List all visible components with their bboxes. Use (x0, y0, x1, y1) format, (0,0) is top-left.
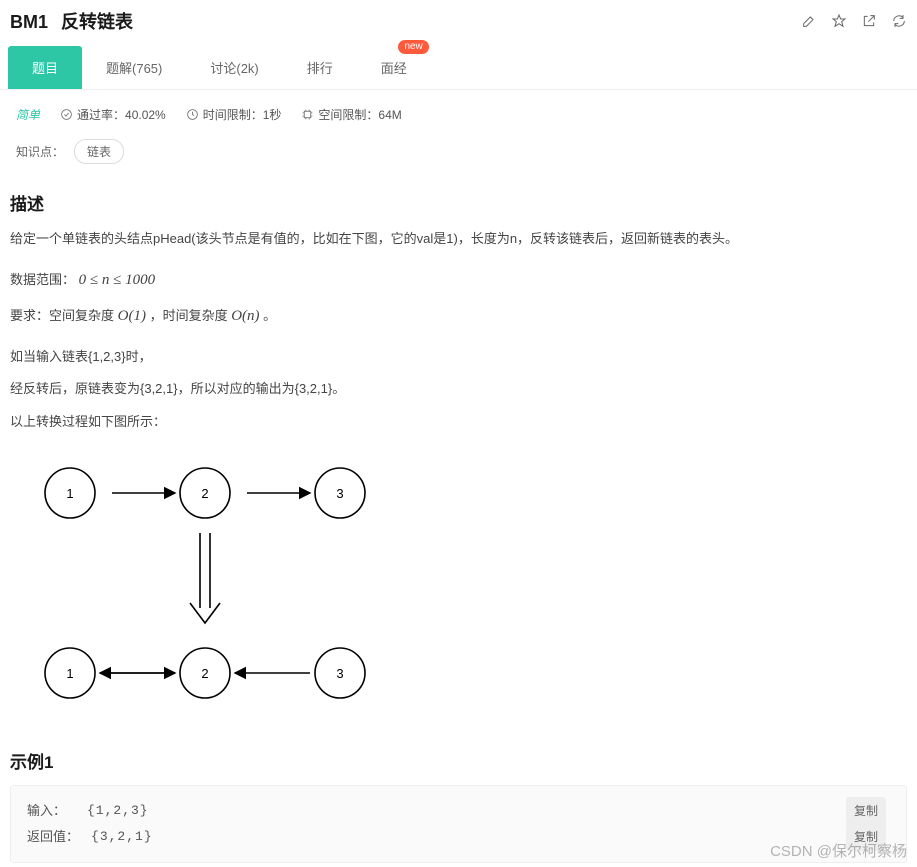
example-input-row: 输入： {1,2,3} 复制 (27, 798, 890, 824)
tab-bar: 题目 题解(765) 讨论(2k) 排行 面经 new (0, 46, 917, 90)
svg-text:1: 1 (66, 666, 73, 681)
example-box: 输入： {1,2,3} 复制 返回值： {3,2,1} 复制 (10, 785, 907, 863)
requirements: 要求：空间复杂度 O(1) ，时间复杂度 O(n) 。 (10, 302, 907, 331)
svg-text:2: 2 (201, 666, 208, 681)
pass-rate: 通过率：40.02% (60, 106, 166, 123)
tab-ranking[interactable]: 排行 (283, 46, 357, 89)
tags-row: 知识点： 链表 (0, 133, 917, 178)
description-heading: 描述 (10, 190, 907, 215)
tab-interview[interactable]: 面经 new (357, 46, 431, 89)
description-p1: 给定一个单链表的头结点pHead(该头节点是有值的，比如在下图，它的val是1)… (10, 227, 907, 252)
tab-solutions[interactable]: 题解(765) (82, 46, 186, 89)
copy-input-button[interactable]: 复制 (846, 797, 886, 825)
svg-text:1: 1 (66, 486, 73, 501)
external-icon[interactable] (861, 13, 877, 29)
input-value: {1,2,3} (87, 798, 149, 824)
chip-icon (301, 108, 314, 121)
linked-list-diagram: 1 2 3 1 2 3 (30, 453, 907, 718)
range-formula: 0 ≤ n ≤ 1000 (79, 272, 155, 288)
example-intro-b: 经反转后，原链表变为{3,2,1}，所以对应的输出为{3,2,1}。 (10, 377, 907, 402)
new-badge: new (398, 40, 428, 54)
star-icon[interactable] (831, 13, 847, 29)
input-label: 输入： (27, 798, 75, 824)
clock-icon (186, 108, 199, 121)
example-heading: 示例1 (10, 748, 907, 773)
tags-label: 知识点： (16, 143, 64, 160)
problem-title: BM1 反转链表 (10, 8, 133, 34)
svg-text:3: 3 (336, 486, 343, 501)
problem-id: BM1 (10, 12, 48, 32)
refresh-icon[interactable] (891, 13, 907, 29)
tab-problem[interactable]: 题目 (8, 46, 82, 89)
svg-text:3: 3 (336, 666, 343, 681)
copy-output-button[interactable]: 复制 (846, 823, 886, 851)
example-intro-c: 以上转换过程如下图所示： (10, 410, 907, 435)
output-value: {3,2,1} (91, 824, 153, 850)
difficulty-label: 简单 (16, 106, 40, 123)
edit-icon[interactable] (801, 13, 817, 29)
tab-discuss[interactable]: 讨论(2k) (186, 46, 282, 89)
svg-text:2: 2 (201, 486, 208, 501)
check-icon (60, 108, 73, 121)
problem-name: 反转链表 (61, 12, 133, 32)
example-intro-a: 如当输入链表{1,2,3}时， (10, 345, 907, 370)
data-range: 数据范围： 0 ≤ n ≤ 1000 (10, 266, 907, 295)
example-output-row: 返回值： {3,2,1} 复制 (27, 824, 890, 850)
memory-limit: 空间限制：64M (301, 106, 401, 123)
header-actions (801, 13, 907, 29)
meta-row: 简单 通过率：40.02% 时间限制：1秒 空间限制：64M (0, 90, 917, 133)
output-label: 返回值： (27, 824, 79, 850)
time-limit: 时间限制：1秒 (186, 106, 282, 123)
tag-linked-list[interactable]: 链表 (74, 139, 124, 164)
